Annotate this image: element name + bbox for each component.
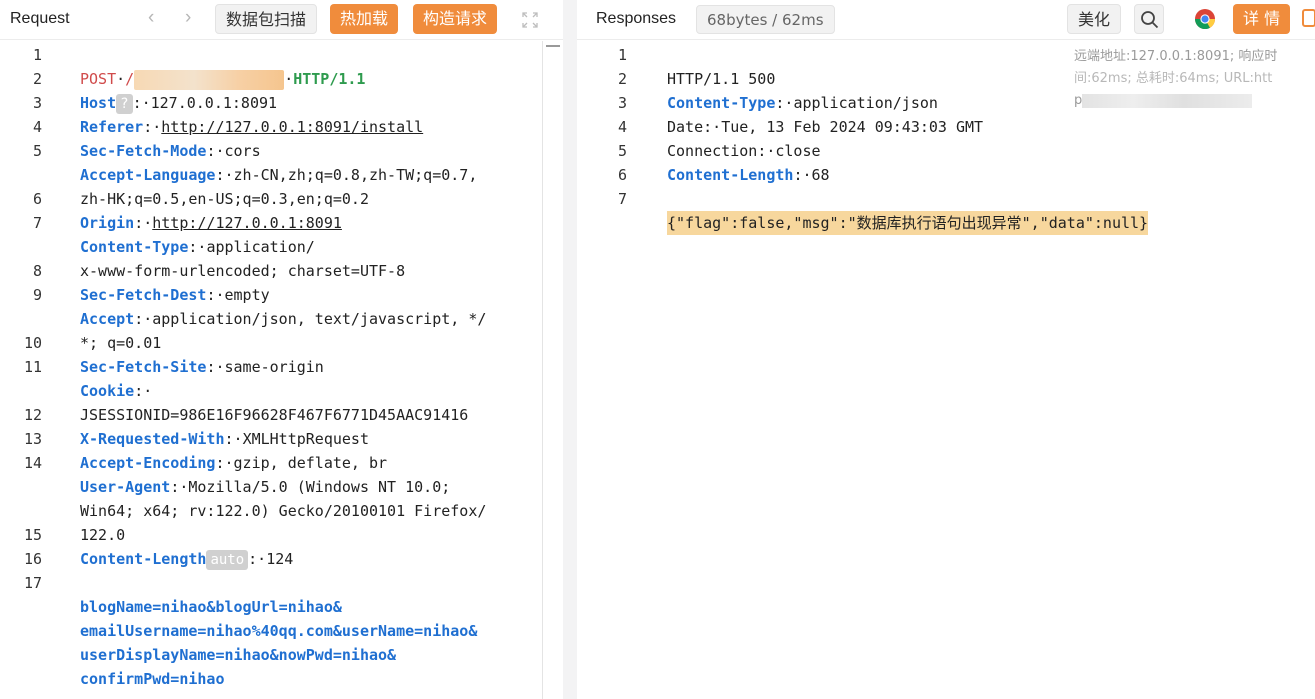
pane-divider[interactable] <box>563 0 577 699</box>
request-info-panel: 远端地址:127.0.0.1:8091; 响应时 间:62ms; 总耗时:64m… <box>1074 46 1300 112</box>
header-user-agent: User-Agent:·Mozilla/5.0 (Windows NT 10.0… <box>80 478 451 496</box>
json-body: {"flag":false,"msg":"数据库执行语句出现异常","data"… <box>667 211 1149 235</box>
info-text: p <box>1074 93 1083 108</box>
header-x-requested-with: X-Requested-With:·XMLHttpRequest <box>80 430 369 448</box>
request-body: userDisplayName=nihao&nowPwd=nihao& <box>0 619 563 664</box>
request-body: confirmPwd=nihao <box>0 643 563 688</box>
request-scrollbar[interactable] <box>542 41 563 699</box>
redacted-url <box>1082 93 1253 108</box>
header-user-agent-cont: Win64; x64; rv:122.0) Gecko/20100101 Fir… <box>0 475 563 520</box>
info-text: 间:62ms; 总耗时:64ms; URL:htt <box>1074 71 1273 86</box>
history-icon[interactable] <box>1302 9 1315 27</box>
header-sec-fetch-dest: Sec-Fetch-Dest:·empty <box>80 286 270 304</box>
search-icon[interactable] <box>1134 4 1164 34</box>
header-accept-encoding: Accept-Encoding:·gzip, deflate, br <box>80 454 388 472</box>
header-user-agent-cont: 122.0 <box>0 499 563 544</box>
response-body: {"flag":false,"msg":"数据库执行语句出现异常","data"… <box>577 187 1315 235</box>
forward-arrow-icon[interactable]: › <box>185 7 191 29</box>
header-referer: Referer:·http://127.0.0.1:8091/install <box>80 118 424 136</box>
header-connection: Connection:·close <box>667 142 821 160</box>
info-text: 远端地址:127.0.0.1:8091; 响应时 <box>1074 49 1278 64</box>
request-line: POST·/·HTTP/1.1 <box>80 69 366 90</box>
request-body: emailUsername=nihao%40qq.com&userName=ni… <box>0 595 563 640</box>
header-host: Host?:·127.0.0.1:8091 <box>80 93 278 114</box>
header-value: 124 <box>266 550 294 568</box>
request-editor[interactable]: 1 2 3 4 5 6 7 8 9 10 11 12 13 14 15 16 17 POST·/·HTTP/1.… <box>0 41 563 699</box>
header-sec-fetch-mode: Sec-Fetch-Mode:·cors <box>80 142 261 160</box>
request-toolbar: Request ‹ › 数据包扫描 热加载 构造请求 <box>0 0 563 40</box>
header-accept-cont: *; q=0.01 <box>0 307 563 352</box>
header-key: Content-Length <box>667 166 794 184</box>
header-origin: Origin:·http://127.0.0.1:8091 <box>80 214 342 232</box>
header-content-length: Content-Length:·68 <box>667 166 830 184</box>
request-body: blogName=nihao&blogUrl=nihao& <box>0 571 563 616</box>
response-editor[interactable]: 1234567 HTTP/1.1 500 Content-Type:·appli… <box>577 41 1315 699</box>
request-title: Request <box>10 10 70 27</box>
response-stats: 68bytes / 62ms <box>696 5 835 34</box>
body-text: confirmPwd=nihao <box>80 670 225 688</box>
response-title: Responses <box>596 10 677 27</box>
back-arrow-icon[interactable]: ‹ <box>148 7 154 29</box>
beautify-button[interactable]: 美化 <box>1067 4 1122 34</box>
details-button[interactable]: 详 情 <box>1233 4 1291 34</box>
auto-badge[interactable]: auto <box>206 549 249 570</box>
header-content-length: Content-Length auto:·124 <box>80 549 294 570</box>
fullscreen-icon[interactable] <box>521 11 539 34</box>
header-key: Content-Length <box>80 550 207 568</box>
header-cookie: Cookie:· <box>80 382 153 400</box>
header-accept-language-cont: zh-HK;q=0.5,en-US;q=0.3,en;q=0.2 <box>0 163 563 208</box>
header-content-type-cont: x-www-form-urlencoded; charset=UTF-8 <box>0 235 563 280</box>
header-accept: Accept:·application/json, text/javascrip… <box>80 310 487 328</box>
header-sec-fetch-site: Sec-Fetch-Site:·same-origin <box>80 358 324 376</box>
header-cookie-cont: JSESSIONID=986E16F96628F467F6771D45AAC91… <box>0 379 563 424</box>
chrome-icon[interactable] <box>1194 8 1216 35</box>
scrollbar-thumb[interactable] <box>546 45 560 47</box>
request-pane: Request ‹ › 数据包扫描 热加载 构造请求 1 2 3 4 5 6 7 8 9 10 11… <box>0 0 563 699</box>
packet-scan-button[interactable]: 数据包扫描 <box>215 4 318 34</box>
hot-load-button[interactable]: 热加载 <box>330 4 399 34</box>
construct-request-button[interactable]: 构造请求 <box>413 4 498 34</box>
response-pane: Responses 68bytes / 62ms 美化 详 情 1234567 <box>577 0 1315 699</box>
header-content-type: Content-Type:·application/ <box>80 238 315 256</box>
header-value: 68 <box>811 166 830 184</box>
response-toolbar: Responses 68bytes / 62ms 美化 详 情 <box>577 0 1315 40</box>
header-accept-language: Accept-Language:·zh-CN,zh;q=0.8,zh-TW;q=… <box>80 166 478 184</box>
